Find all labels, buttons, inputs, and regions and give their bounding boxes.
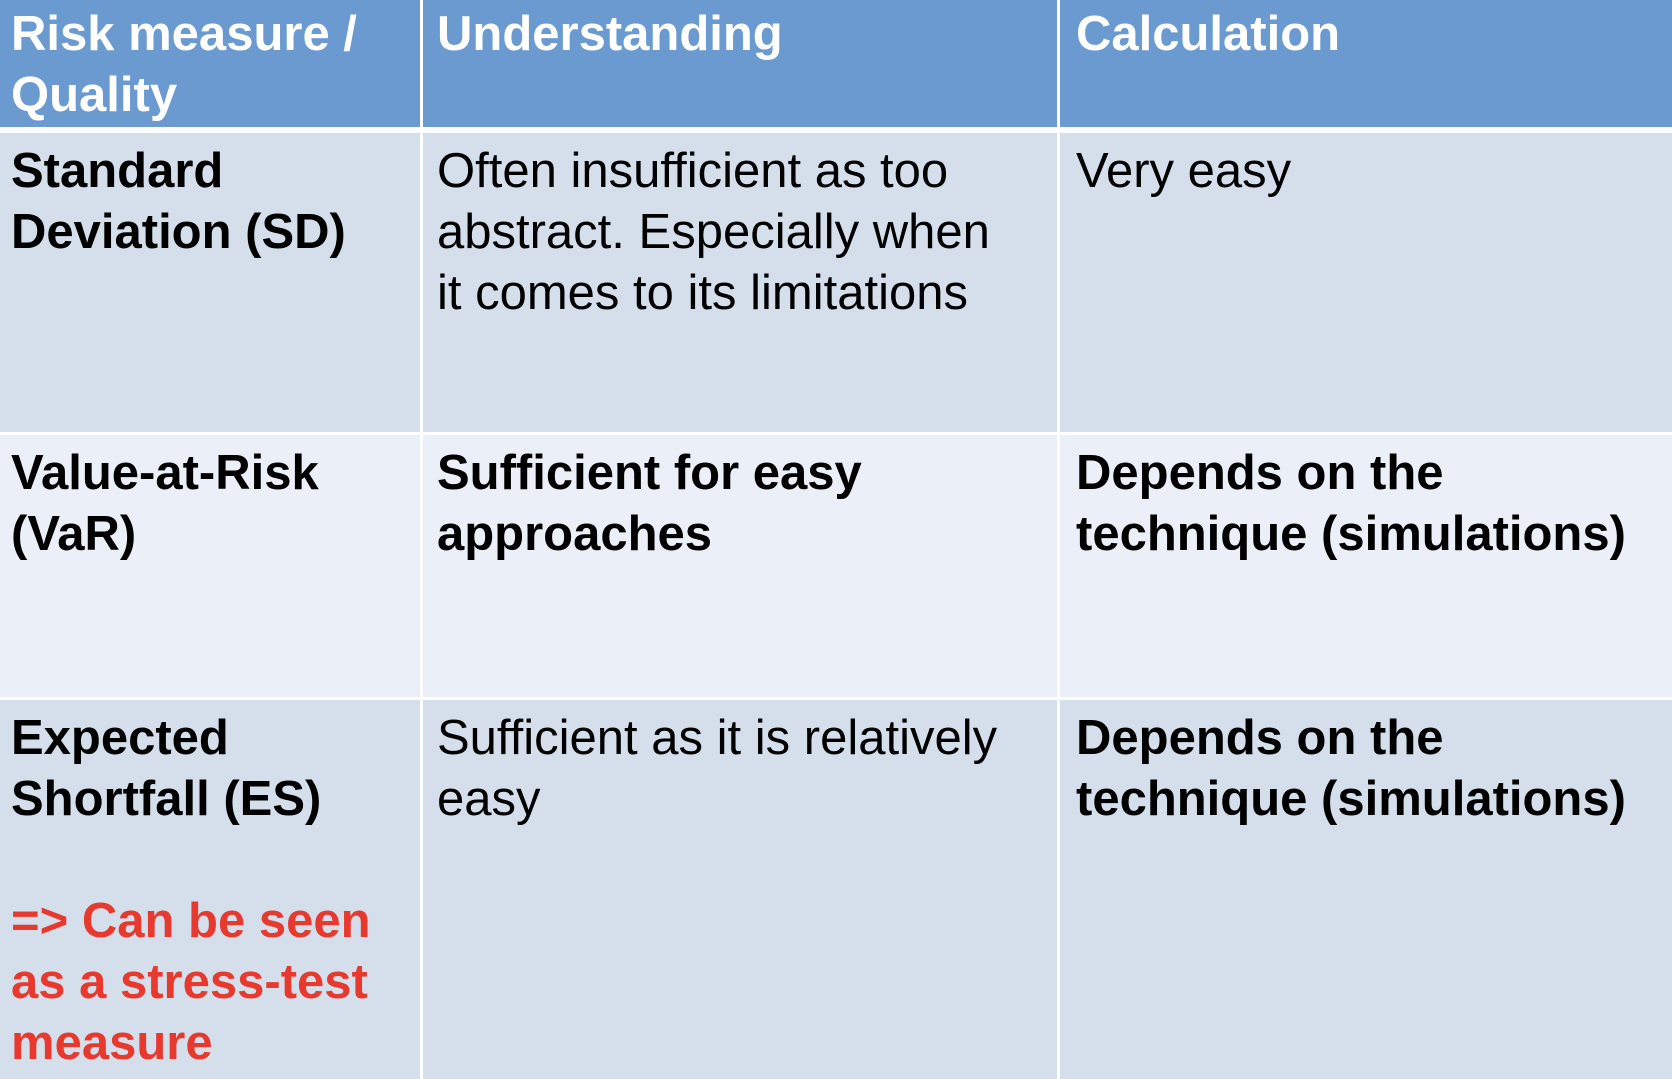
row-es-note-line3: measure [11, 1016, 213, 1070]
row-es-understanding-line2: easy [437, 772, 541, 826]
row-es-calculation-line2: technique (simulations) [1076, 772, 1626, 826]
row-es-calculation-line1: Depends on the [1076, 711, 1444, 765]
header-cell-understanding: Understanding [423, 0, 1057, 127]
row-var-calculation-line1: Depends on the [1076, 446, 1444, 500]
row-sd-calculation-line1: Very easy [1076, 144, 1292, 198]
header-calculation-label: Calculation [1076, 7, 1341, 61]
row-es-note-line1: => Can be seen [11, 894, 371, 948]
row-es-measure: Expected Shortfall (ES) => Can be seen a… [0, 700, 420, 1079]
row-sd-measure-line1: Standard [11, 144, 224, 198]
row-sd-calculation: Very easy [1060, 133, 1672, 432]
header-understanding-label: Understanding [437, 7, 783, 61]
row-var-measure-line2: (VaR) [11, 507, 137, 561]
row-es-understanding: Sufficient as it is relatively easy [423, 700, 1057, 1079]
row-sd-understanding-line1: Often insufficient as too [437, 144, 949, 198]
row-es-measure-line1: Expected [11, 711, 229, 765]
row-sd-understanding-line3: it comes to its limitations [437, 266, 968, 320]
row-var-understanding-line2: approaches [437, 507, 713, 561]
row-sd-understanding-line2: abstract. Especially when [437, 205, 990, 259]
row-var-measure-line1: Value-at-Risk [11, 446, 319, 500]
risk-measure-table: Risk measure / Quality Understanding Cal… [0, 0, 1672, 1079]
row-es-calculation: Depends on the technique (simulations) [1060, 700, 1672, 1079]
row-var-understanding-line1: Sufficient for easy [437, 446, 862, 500]
row-var-measure: Value-at-Risk (VaR) [0, 435, 420, 697]
row-var-understanding: Sufficient for easy approaches [423, 435, 1057, 697]
row-sd-measure: Standard Deviation (SD) [0, 133, 420, 432]
row-es-measure-line2: Shortfall (ES) [11, 772, 322, 826]
row-sd-measure-line2: Deviation (SD) [11, 205, 346, 259]
row-sd-understanding: Often insufficient as too abstract. Espe… [423, 133, 1057, 432]
row-var-calculation: Depends on the technique (simulations) [1060, 435, 1672, 697]
header-cell-risk-measure: Risk measure / Quality [0, 0, 420, 127]
header-cell-calculation: Calculation [1060, 0, 1672, 127]
row-es-note-line2: as a stress-test [11, 955, 368, 1009]
row-var-calculation-line2: technique (simulations) [1076, 507, 1626, 561]
header-risk-measure-line2: Quality [11, 68, 178, 122]
row-es-stress-test-note: => Can be seen as a stress-test measure [11, 891, 406, 1074]
header-risk-measure-line1: Risk measure / [11, 7, 357, 61]
row-es-understanding-line1: Sufficient as it is relatively [437, 711, 998, 765]
